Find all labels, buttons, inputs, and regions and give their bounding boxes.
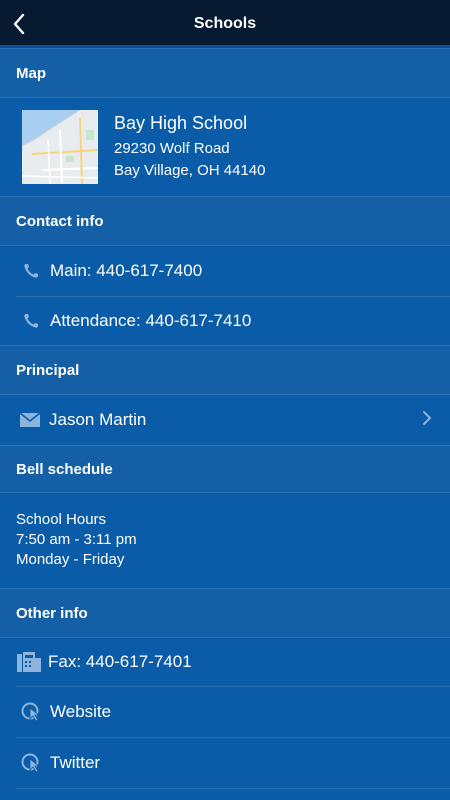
- map-thumbnail[interactable]: [22, 110, 98, 184]
- contact-attendance-text: Attendance: 440-617-7410: [50, 311, 252, 330]
- section-principal-header: Principal: [0, 345, 450, 395]
- twitter-row[interactable]: Twitter: [0, 738, 450, 788]
- fax-row[interactable]: Fax: 440-617-7401: [0, 638, 450, 686]
- section-map-header: Map: [0, 48, 450, 98]
- website-row[interactable]: Website: [0, 687, 450, 737]
- principal-name: Jason Martin: [49, 410, 147, 429]
- phone-icon: [20, 260, 42, 282]
- contact-attendance-row[interactable]: Attendance: 440-617-7410: [0, 297, 450, 345]
- school-city: Bay Village, OH 44140: [114, 162, 266, 179]
- school-name: Bay High School: [114, 113, 248, 133]
- envelope-icon: [19, 409, 41, 431]
- fax-text: Fax: 440-617-7401: [48, 652, 192, 671]
- page-title: Schools: [193, 15, 257, 32]
- link-icon: [20, 752, 42, 774]
- phone-icon: [20, 310, 42, 332]
- section-bell-header: Bell schedule: [0, 445, 450, 493]
- fax-icon: [16, 651, 42, 673]
- link-icon: [20, 701, 42, 723]
- school-street: 29230 Wolf Road: [114, 140, 230, 157]
- contact-main-text: Main: 440-617-7400: [50, 261, 203, 280]
- bell-line-3: Monday - Friday: [16, 551, 125, 568]
- bell-line-2: 7:50 am - 3:11 pm: [16, 531, 137, 548]
- divider: [16, 788, 450, 789]
- top-bar: Schools: [0, 0, 450, 48]
- chevron-right-icon: [422, 410, 432, 431]
- map-image: [22, 110, 98, 184]
- contact-main-row[interactable]: Main: 440-617-7400: [0, 246, 450, 296]
- section-other-header: Other info: [0, 588, 450, 638]
- website-link: Website: [50, 702, 112, 721]
- section-contact-header: Contact info: [0, 196, 450, 246]
- bell-line-1: School Hours: [16, 511, 107, 528]
- twitter-link: Twitter: [50, 753, 101, 772]
- principal-row[interactable]: Jason Martin: [0, 395, 450, 445]
